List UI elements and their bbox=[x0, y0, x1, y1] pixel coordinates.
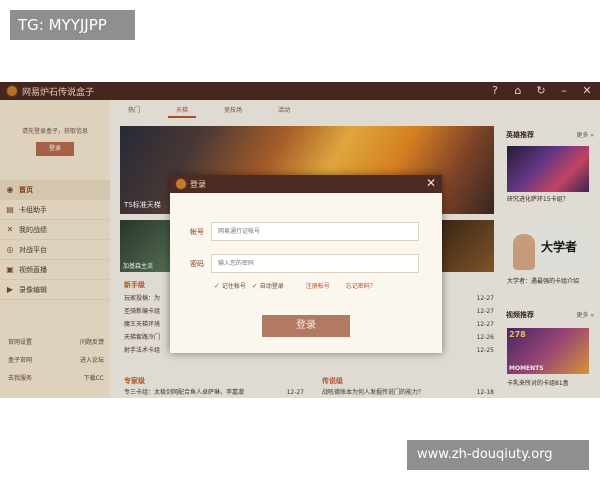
login-submit-button[interactable]: 登录 bbox=[262, 315, 350, 337]
remember-label: 记住帐号 bbox=[221, 283, 246, 290]
app-logo-icon bbox=[175, 178, 187, 190]
account-label: 帐号 bbox=[190, 228, 204, 236]
checkmark-icon: ✓ bbox=[214, 282, 220, 290]
login-dialog: 登录 ✕ 帐号 密码 ✓记住帐号 ✓自动登录 注册帐号 忘记密码？ 登录 bbox=[170, 175, 442, 353]
watermark-top: TG: MYYJJPP bbox=[10, 10, 135, 40]
checkmark-icon: ✓ bbox=[251, 282, 258, 290]
auto-login-checkbox[interactable]: ✓ 自动登录 bbox=[252, 281, 284, 290]
register-link[interactable]: 注册帐号 bbox=[306, 281, 330, 290]
account-input[interactable] bbox=[211, 222, 419, 241]
dialog-header: 登录 ✕ bbox=[170, 175, 442, 193]
remember-account-checkbox[interactable]: ✓ 记住帐号 bbox=[214, 281, 246, 290]
close-icon[interactable]: ✕ bbox=[424, 176, 438, 190]
forgot-password-link[interactable]: 忘记密码？ bbox=[346, 281, 376, 290]
auto-login-label: 自动登录 bbox=[259, 283, 284, 290]
watermark-bottom: www.zh-douqiuty.org bbox=[407, 440, 589, 470]
password-label: 密码 bbox=[190, 260, 204, 268]
dialog-title: 登录 bbox=[190, 180, 206, 189]
password-input[interactable] bbox=[211, 254, 419, 273]
